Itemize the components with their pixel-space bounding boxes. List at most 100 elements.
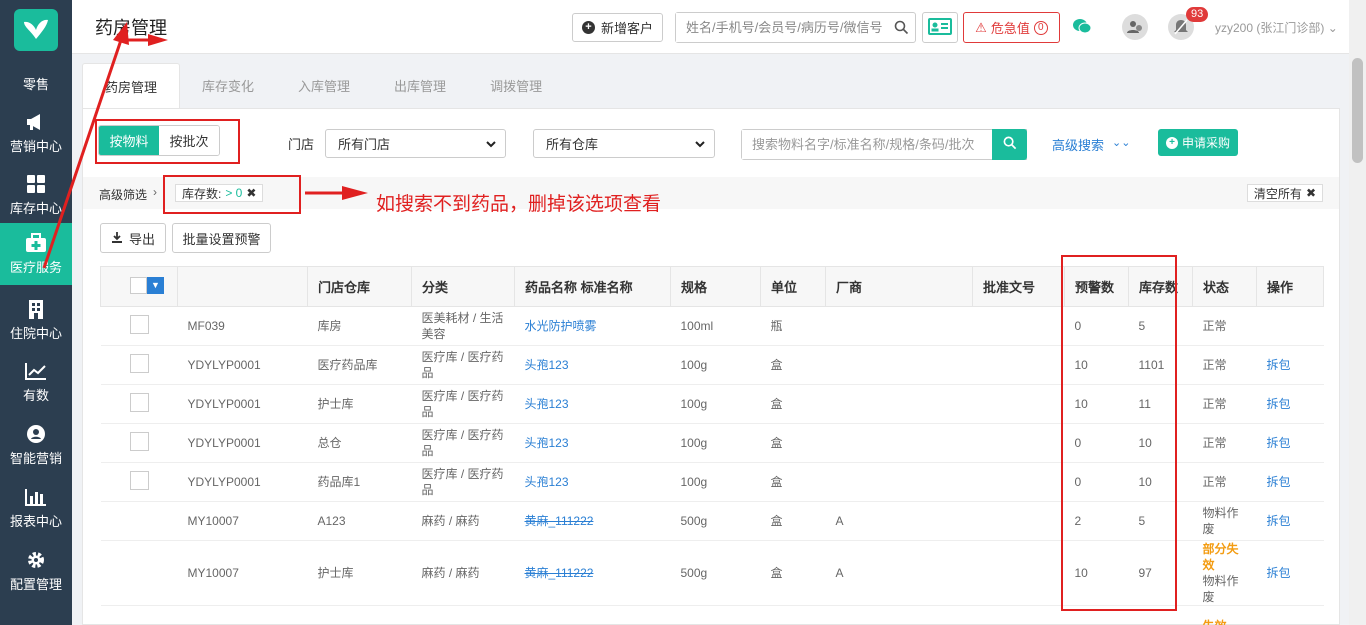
wechat-icon[interactable] — [1072, 18, 1092, 37]
row-checkbox[interactable] — [129, 470, 149, 490]
batch-alert-button[interactable]: 批量设置预警 — [172, 223, 271, 253]
maker-cell — [825, 306, 973, 346]
store-cell: 总仓 — [307, 423, 412, 463]
scrollbar-thumb[interactable] — [1352, 58, 1363, 163]
approval-cell — [972, 306, 1065, 346]
code-cell: MY10007 — [177, 501, 308, 541]
status-cell-text: 正常 — [1202, 319, 1227, 333]
user-menu[interactable]: yzy200 (张江门诊部) ⌄ — [1215, 19, 1338, 36]
advanced-filter-label: 高级筛选 — [99, 188, 148, 202]
drug-name-cell: 头孢123 — [514, 345, 671, 385]
sidebar-item-smart-marketing[interactable]: 智能营销 — [0, 414, 72, 476]
material-search-input[interactable] — [742, 130, 990, 159]
row-checkbox[interactable] — [129, 392, 149, 412]
status-text: 失效 — [1203, 618, 1247, 625]
sidebar-item-inventory[interactable]: 库存中心 — [0, 164, 72, 226]
row-checkbox[interactable] — [129, 431, 149, 451]
spec-cell: 100g — [670, 384, 761, 424]
column-header: 状态 — [1192, 266, 1257, 307]
double-chevron-down-icon[interactable]: ⌄⌄ — [1112, 136, 1130, 149]
store-cell-text: 总仓 — [317, 436, 342, 450]
clear-all-filters-button[interactable]: 清空所有 ✖ — [1246, 184, 1323, 202]
store-cell: 药品库1 — [307, 462, 412, 502]
store-select[interactable]: 所有门店 — [325, 129, 506, 158]
row-checkbox[interactable] — [129, 353, 149, 373]
tab-outbound[interactable]: 出库管理 — [372, 63, 468, 108]
unit-cell: 瓶 — [760, 306, 826, 346]
grid-icon — [25, 174, 47, 194]
chevron-down-icon: ⌄ — [1327, 21, 1338, 35]
approval-cell — [972, 501, 1065, 541]
warehouse-select[interactable]: 所有仓库 — [533, 129, 715, 158]
drug-name-cell-text[interactable]: 头孢123 — [525, 358, 569, 372]
purchase-request-button[interactable]: + 申请采购 — [1158, 129, 1238, 156]
spec-cell-text: 500g — [680, 566, 708, 580]
drug-name-cell-text[interactable]: 水光防护喷雾 — [525, 319, 597, 333]
row-select-cell — [100, 462, 178, 502]
store-select-value: 所有门店 — [338, 137, 391, 152]
action-cell-text[interactable]: 拆包 — [1267, 436, 1291, 450]
approval-cell — [972, 345, 1065, 385]
spec-cell-text: 100g — [680, 397, 708, 411]
sidebar-item-marketing[interactable]: 营销中心 — [0, 102, 72, 164]
app-logo[interactable] — [14, 9, 58, 51]
sidebar-item-inpatient[interactable]: 住院中心 — [0, 289, 72, 351]
warehouse-select-value: 所有仓库 — [546, 137, 599, 152]
search-icon[interactable] — [894, 20, 909, 38]
customer-search-input[interactable] — [676, 13, 886, 42]
status-cell: 失效 — [1192, 605, 1257, 625]
row-select-cell — [100, 423, 178, 463]
drug-name-cell-text[interactable]: 头孢123 — [525, 436, 569, 450]
action-cell-text[interactable]: 拆包 — [1267, 397, 1291, 411]
action-cell: 拆包 — [1256, 501, 1324, 541]
select-all-checkbox[interactable]: ▼ — [130, 276, 164, 294]
sidebar-item-reports[interactable]: 报表中心 — [0, 477, 72, 539]
alert-icon: ⚠ — [975, 19, 987, 35]
category-cell-text: 医美耗材 / 生活美容 — [421, 311, 504, 341]
sidebar-item-analytics[interactable]: 有数 — [0, 351, 72, 413]
material-search-button[interactable] — [992, 129, 1027, 160]
action-cell-text[interactable]: 拆包 — [1267, 475, 1291, 489]
action-cell-text[interactable]: 拆包 — [1267, 566, 1291, 580]
action-cell-text[interactable]: 拆包 — [1267, 514, 1291, 528]
close-icon: ✖ — [1305, 186, 1316, 200]
spec-cell: 100g — [670, 345, 761, 385]
tab-stock-changes[interactable]: 库存变化 — [180, 63, 276, 108]
drug-name-cell — [514, 605, 671, 625]
approval-cell — [972, 384, 1065, 424]
category-cell: 医美耗材 / 生活美容 — [411, 306, 515, 346]
drug-name-cell-text[interactable]: 头孢123 — [525, 397, 569, 411]
id-card-button[interactable] — [922, 12, 958, 43]
critical-value-button[interactable]: ⚠ 危急值 0 — [963, 12, 1060, 43]
drug-name-cell-text[interactable]: 黄麻_111222 — [525, 514, 594, 528]
drug-name-cell-text[interactable]: 头孢123 — [525, 475, 569, 489]
user-name: yzy200 (张江门诊部) — [1215, 21, 1325, 35]
store-cell-text: 医疗药品库 — [317, 358, 378, 372]
tab-pharmacy[interactable]: 药房管理 — [82, 63, 181, 108]
code-cell: YDYLYP0001 — [177, 423, 308, 463]
spec-cell-text: 100g — [680, 436, 708, 450]
tab-transfer[interactable]: 调拨管理 — [468, 63, 564, 108]
action-cell-text[interactable]: 拆包 — [1267, 358, 1291, 372]
category-cell-text: 麻药 / 麻药 — [421, 514, 480, 528]
row-checkbox[interactable] — [129, 314, 149, 334]
plus-icon: + — [1165, 136, 1178, 149]
caret-down-icon: ▼ — [147, 276, 164, 294]
tab-inbound[interactable]: 入库管理 — [276, 63, 372, 108]
category-cell-text: 医疗库 / 医疗药品 — [421, 467, 504, 497]
sidebar-item-settings[interactable]: 配置管理 — [0, 540, 72, 602]
vertical-scrollbar[interactable] — [1349, 0, 1366, 625]
export-button[interactable]: 导出 — [100, 223, 166, 253]
status-cell: 部分失效 物料作废 — [1192, 540, 1257, 606]
advanced-search-link[interactable]: 高级搜索 — [1052, 135, 1104, 154]
new-customer-button[interactable]: + 新增客户 — [572, 13, 663, 42]
category-cell: 医疗库 / 医疗药品 — [411, 462, 515, 502]
team-icon[interactable] — [1122, 14, 1148, 40]
material-search — [741, 129, 1027, 160]
store-cell — [307, 605, 412, 625]
drug-name-cell-text[interactable]: 黄麻_111222 — [525, 566, 594, 580]
sidebar-item-medical[interactable]: 医疗服务 — [0, 223, 72, 285]
spec-cell: 100g — [670, 423, 761, 463]
code-cell — [177, 605, 308, 625]
drug-name-cell: 头孢123 — [514, 423, 671, 463]
